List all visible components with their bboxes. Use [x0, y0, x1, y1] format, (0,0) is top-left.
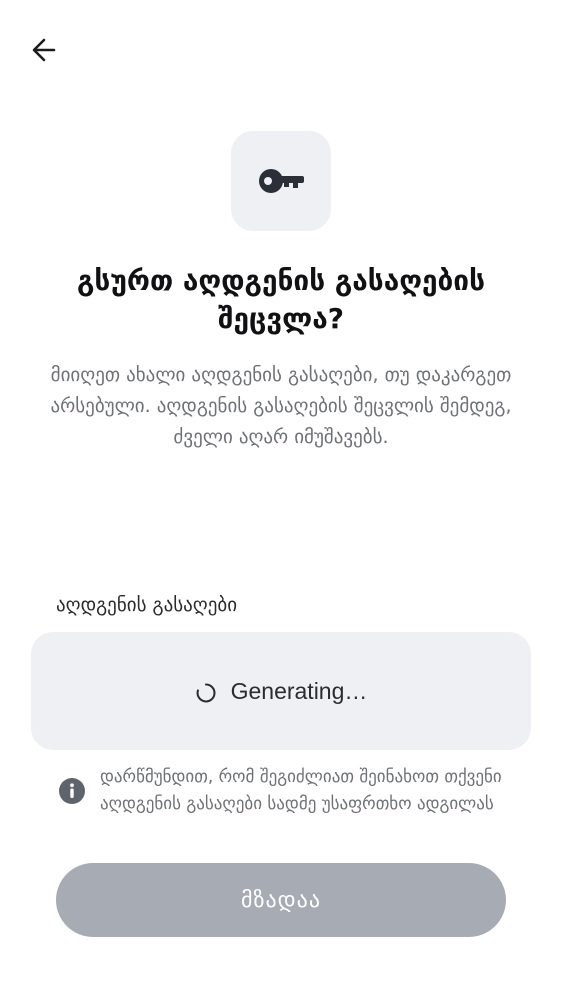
key-icon: [259, 169, 304, 193]
recovery-key-box[interactable]: Generating…: [31, 632, 531, 750]
back-button[interactable]: [24, 30, 64, 70]
ready-button[interactable]: მზადაა: [56, 863, 506, 937]
recovery-key-label: აღდგენის გასაღები: [56, 594, 238, 616]
generating-status: Generating…: [230, 677, 368, 704]
page-description: მიიღეთ ახალი აღდგენის გასაღები, თუ დაკარ…: [50, 364, 512, 448]
safety-notice-text: დარწმუნდით, რომ შეგიძლიათ შეინახოთ თქვენ…: [100, 767, 502, 814]
change-recovery-key-screen: გსურთ აღდგენის გასაღების შეცვლა? მიიღეთ …: [0, 0, 562, 1000]
page-title: გსურთ აღდგენის გასაღების შეცვლა?: [77, 264, 485, 335]
spinner-icon: [195, 680, 217, 703]
key-icon-tile: [231, 131, 331, 231]
arrow-left-icon: [32, 38, 56, 62]
info-icon: [59, 777, 85, 804]
safety-notice: დარწმუნდით, რომ შეგიძლიათ შეინახოთ თქვენ…: [58, 764, 538, 817]
